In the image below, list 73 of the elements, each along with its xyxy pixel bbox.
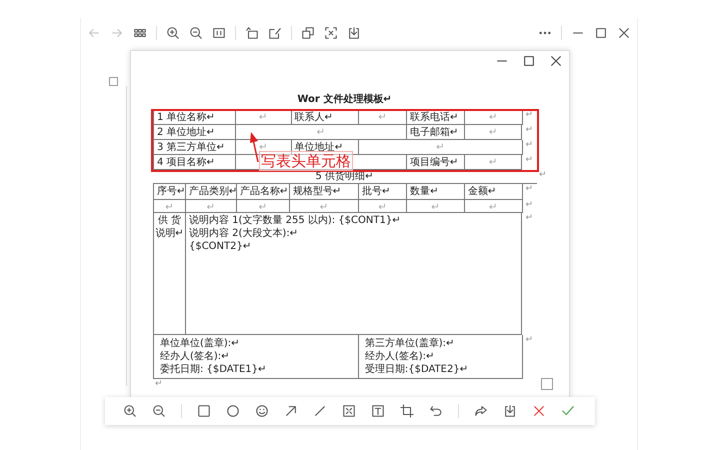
maximize-icon[interactable] xyxy=(522,54,536,68)
row-label: 说明↵ xyxy=(155,227,184,240)
circle-tool-icon[interactable] xyxy=(226,404,240,418)
signature-line: 单位单位(盖章):↵ xyxy=(160,337,241,350)
description-line: {$CONT2}↵ xyxy=(188,240,252,253)
rotate-icon[interactable] xyxy=(245,26,259,40)
table-cell: 3 第三方单位↵ xyxy=(154,140,236,155)
paragraph-mark: ↵ xyxy=(154,379,164,391)
table-cell: ↵ xyxy=(464,200,523,213)
table-cell: ↵ xyxy=(154,200,186,213)
description-line: 说明内容 2(大段文本):↵ xyxy=(188,227,300,240)
paragraph-mark: ↵ xyxy=(524,140,534,152)
copy-icon[interactable] xyxy=(301,26,315,40)
table-cell: ↵ xyxy=(358,200,408,213)
annotation-text: 写表头单元格 xyxy=(259,151,353,171)
rectangle-tool-icon[interactable] xyxy=(197,404,211,418)
grid-icon[interactable] xyxy=(133,26,147,40)
confirm-icon[interactable] xyxy=(561,404,575,418)
document-title: Wor 文件处理模板↵ xyxy=(296,93,393,107)
table-cell: 单位地址↵ xyxy=(292,140,360,155)
mosaic-icon[interactable] xyxy=(342,404,356,418)
download-icon[interactable] xyxy=(503,404,517,418)
table-cell: ↵ xyxy=(464,125,522,140)
signature-line: 委托日期: {$DATE1}↵ xyxy=(160,363,268,376)
column-header: 产品名称↵ xyxy=(236,184,290,200)
signature-line: 第三方单位(盖章):↵ xyxy=(364,337,456,350)
edit-icon[interactable] xyxy=(268,26,282,40)
paragraph-mark: ↵ xyxy=(524,335,534,347)
arrow-tool-icon[interactable] xyxy=(284,404,298,418)
row-label: 供 货 xyxy=(158,214,182,227)
move-handle-icon[interactable] xyxy=(109,77,118,86)
signature-line: 经办人(签名):↵ xyxy=(160,350,231,363)
line-tool-icon[interactable] xyxy=(313,404,327,418)
actual-size-icon[interactable] xyxy=(212,26,226,40)
description-line: 说明内容 1(文字数量 255 以内): {$CONT1}↵ xyxy=(188,214,402,227)
close-icon[interactable] xyxy=(617,26,631,40)
emoji-icon[interactable] xyxy=(255,404,269,418)
table-cell: ↵ xyxy=(407,200,465,213)
column-header: 金额↵ xyxy=(464,184,523,200)
column-header: 数量↵ xyxy=(407,184,465,200)
download-icon[interactable] xyxy=(347,26,361,40)
cancel-icon[interactable] xyxy=(532,404,546,418)
table-cell: ↵ xyxy=(359,140,522,155)
paragraph-mark: ↵ xyxy=(524,213,534,225)
column-header: 规格型号↵ xyxy=(290,184,359,200)
paragraph-mark: ↵ xyxy=(524,110,534,122)
scan-icon[interactable] xyxy=(324,26,338,40)
zoom-in-icon[interactable] xyxy=(166,26,180,40)
table-cell: ↵ xyxy=(290,200,359,213)
table-cell: 电子邮箱↵ xyxy=(406,125,465,140)
column-header: 序号↵ xyxy=(154,184,186,200)
column-header: 批号↵ xyxy=(358,184,408,200)
crop-icon[interactable] xyxy=(400,404,414,418)
table-cell: 2 单位地址↵ xyxy=(154,125,236,140)
share-icon[interactable] xyxy=(474,404,488,418)
close-icon[interactable] xyxy=(549,54,563,68)
table-cell: ↵ xyxy=(186,200,237,213)
undo-icon[interactable] xyxy=(429,404,443,418)
column-header: 产品类别↵ xyxy=(186,184,237,200)
maximize-icon[interactable] xyxy=(594,26,608,40)
text-tool-icon[interactable] xyxy=(371,404,385,418)
table-cell: ↵ xyxy=(236,200,290,213)
paragraph-mark: ↵ xyxy=(524,200,534,212)
zoom-out-icon[interactable] xyxy=(189,26,203,40)
signature-line: 经办人(签名):↵ xyxy=(364,350,436,363)
paragraph-mark: ↵ xyxy=(524,184,534,196)
zoom-out-icon[interactable] xyxy=(152,404,166,418)
zoom-in-icon[interactable] xyxy=(123,404,137,418)
signature-line: 受理日期:{$DATE2}↵ xyxy=(364,363,470,376)
paragraph-mark: ↵ xyxy=(538,170,548,182)
paragraph-mark: ↵ xyxy=(524,125,534,137)
paragraph-mark: ↵ xyxy=(524,155,534,167)
resize-handle-icon[interactable] xyxy=(541,378,553,390)
